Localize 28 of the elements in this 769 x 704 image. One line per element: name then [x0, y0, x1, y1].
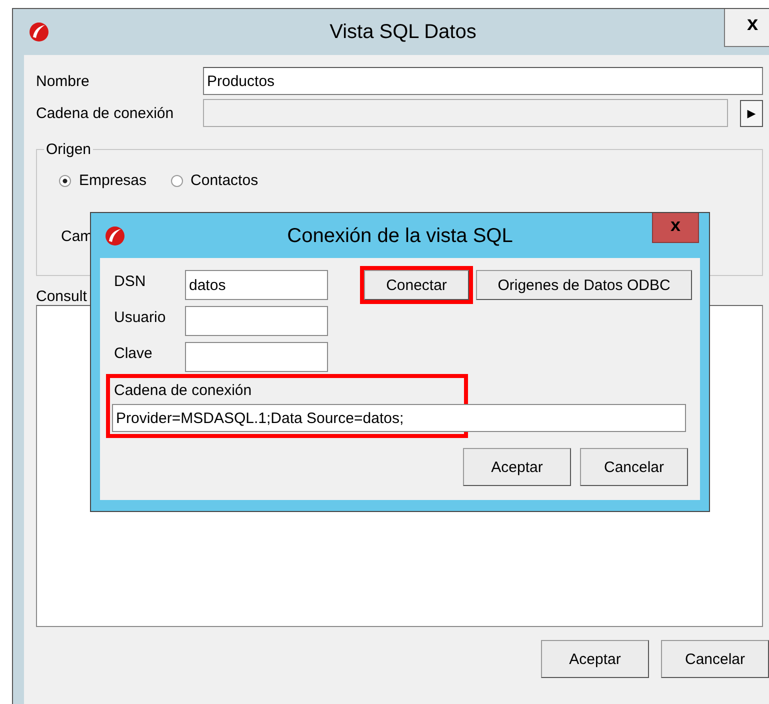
radio-option[interactable]: Empresas	[59, 172, 147, 189]
close-button[interactable]: x	[652, 213, 699, 243]
dialog-title: Conexión de la vista SQL	[287, 225, 513, 248]
close-button[interactable]: x	[724, 9, 769, 47]
text-field[interactable]	[185, 306, 328, 336]
app-logo-icon	[29, 22, 49, 42]
text-field[interactable]: datos	[185, 270, 328, 300]
dialog-button[interactable]: Aceptar	[541, 640, 649, 678]
dialog-button[interactable]: Aceptar	[463, 448, 571, 486]
text-field[interactable]	[185, 342, 328, 372]
field-label: Cadena de conexión	[114, 381, 253, 401]
arrow-button[interactable]: ▶	[740, 100, 763, 126]
field-label: Nombre	[36, 72, 90, 90]
field-label: Cadena de conexión	[36, 104, 175, 122]
odbc-button[interactable]: Origenes de Datos ODBC	[476, 270, 692, 300]
field-label: Clave	[114, 344, 154, 362]
field-label: Usuario	[114, 308, 167, 326]
window-title: Vista SQL Datos	[330, 21, 476, 44]
radio-option[interactable]: Contactos	[170, 172, 258, 189]
field-label: Consult	[36, 288, 88, 305]
name-field[interactable]: Productos	[203, 67, 763, 95]
app-logo-icon	[105, 226, 125, 246]
dialog-button[interactable]: Cancelar	[580, 448, 688, 486]
connection-field[interactable]: Provider=MSDASQL.1;Data Source=datos;	[112, 404, 686, 432]
dialog-button[interactable]: Cancelar	[661, 640, 769, 678]
group-title: Origen	[45, 141, 92, 158]
field-label: DSN	[114, 272, 147, 290]
connect-button[interactable]: Conectar	[364, 270, 469, 300]
